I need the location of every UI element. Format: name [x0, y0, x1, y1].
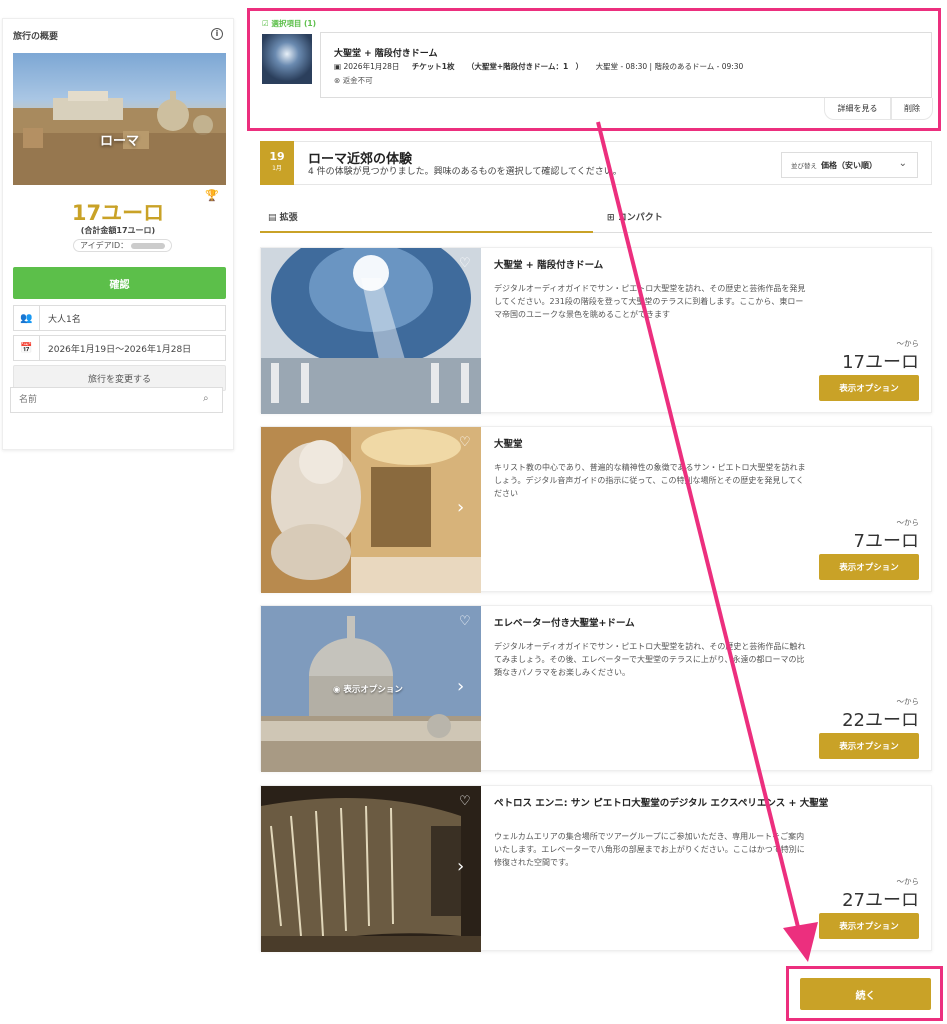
page-subtitle: 4 件の体験が見つかりました。興味のあるものを選択して確認してください。	[308, 167, 622, 177]
card-price: 27ユーロ	[842, 890, 919, 911]
tab-compact-label: コンパクト	[617, 213, 663, 223]
travelers-value: 大人1名	[48, 314, 81, 325]
card-description: デジタルオーディオガイドでサン・ピエトロ大聖堂を訪れ、その歴史と芸術作品に触れて…	[494, 642, 806, 677]
image-view-options[interactable]: ◉ 表示オプション	[333, 683, 403, 695]
card-title: エレベーター付き大聖堂+ドーム	[494, 618, 635, 629]
people-icon: 👥	[14, 306, 40, 330]
view-options-button[interactable]: 表示オプション	[819, 733, 919, 759]
sort-dropdown[interactable]: 並び替え 価格（安い順） ⌄	[781, 152, 918, 178]
search-icon[interactable]: ⌕	[203, 393, 209, 404]
card-description: デジタルオーディオガイドでサン・ピエトロ大聖堂を訪れ、その歴史と芸術作品を発見し…	[494, 284, 806, 319]
idea-id-label: アイデアID：	[80, 241, 129, 250]
basilica-interior-image: ♡ ›	[261, 427, 481, 593]
list-icon: ▤	[268, 213, 280, 223]
heart-icon[interactable]: ♡	[459, 256, 471, 271]
trip-summary-panel: 旅行の概要 i ローマ 🏆 17ユーロ (合計金額17ユーロ) アイデアID： …	[2, 18, 234, 450]
chevron-right-icon[interactable]: ›	[457, 497, 464, 518]
grid-icon: ⊞	[607, 213, 618, 223]
date-badge: 19 1月	[260, 141, 294, 185]
experience-card[interactable]: ♡ › ◉ 表示オプション エレベーター付き大聖堂+ドーム デジタルオーディオガ…	[260, 605, 932, 772]
date-month: 1月	[272, 165, 282, 172]
city-image: ローマ	[13, 53, 226, 185]
tab-expanded[interactable]: ▤ 拡張	[268, 210, 298, 223]
idea-id-redacted	[131, 242, 166, 249]
city-name: ローマ	[99, 133, 139, 149]
sort-value: 価格（安い順）	[821, 160, 877, 170]
active-tab-indicator	[260, 231, 593, 233]
name-search-input[interactable]	[10, 387, 223, 413]
dome-exterior-image: ♡ › ◉ 表示オプション	[261, 606, 481, 772]
heart-icon[interactable]: ♡	[459, 435, 471, 450]
card-title: 大聖堂 + 階段付きドーム	[494, 260, 604, 271]
dates-field[interactable]: 📅 2026年1月19日〜2026年1月28日	[13, 335, 226, 361]
chevron-right-icon[interactable]: ›	[457, 676, 464, 697]
view-options-button[interactable]: 表示オプション	[819, 375, 919, 401]
eye-icon: ◉	[333, 685, 344, 695]
chevron-right-icon[interactable]: ›	[457, 856, 464, 877]
summary-title: 旅行の概要	[13, 32, 59, 42]
summary-total: (合計金額17ユーロ)	[80, 226, 156, 235]
continue-highlight-box	[786, 966, 943, 1021]
experience-card[interactable]: ♡ › 大聖堂 キリスト教の中心であり、普遍的な精神性の象徴であるサン・ピエトロ…	[260, 426, 932, 593]
card-title: 大聖堂	[494, 439, 523, 450]
dates-value: 2026年1月19日〜2026年1月28日	[48, 344, 192, 355]
digital-experience-image: ♡ ›	[261, 786, 481, 952]
sort-label: 並び替え	[791, 162, 817, 170]
chevron-down-icon: ⌄	[898, 158, 907, 169]
idea-id-badge: アイデアID：	[73, 239, 173, 252]
tab-expanded-label: 拡張	[279, 213, 298, 223]
card-price: 22ユーロ	[842, 710, 919, 731]
summary-price: 17ユーロ	[71, 201, 165, 225]
experience-card[interactable]: ♡ › ペトロス エンニ: サン ピエトロ大聖堂のデジタル エクスペリエンス +…	[260, 785, 932, 952]
view-options-button[interactable]: 表示オプション	[819, 913, 919, 939]
card-price: 7ユーロ	[853, 531, 919, 552]
travelers-field[interactable]: 👥 大人1名	[13, 305, 226, 331]
card-title: ペトロス エンニ: サン ピエトロ大聖堂のデジタル エクスペリエンス + 大聖堂	[494, 798, 829, 809]
dome-interior-image: ♡	[261, 248, 481, 414]
heart-icon[interactable]: ♡	[459, 794, 471, 809]
card-description: ウェルカムエリアの集合場所でツアーグループにご参加いただき、専用ルートをご案内い…	[494, 832, 805, 867]
selected-highlight-box	[247, 8, 941, 131]
tab-compact[interactable]: ⊞ コンパクト	[607, 210, 663, 223]
heart-icon[interactable]: ♡	[459, 614, 471, 629]
confirm-button[interactable]: 確認	[13, 267, 226, 299]
image-overlay-label: 表示オプション	[343, 685, 403, 695]
view-options-button[interactable]: 表示オプション	[819, 554, 919, 580]
tab-divider	[593, 232, 932, 233]
card-description: キリスト教の中心であり、普遍的な精神性の象徴であるサン・ピエトロ大聖堂を訪れまし…	[494, 463, 806, 498]
experience-card[interactable]: ♡ 大聖堂 + 階段付きドーム デジタルオーディオガイドでサン・ピエトロ大聖堂を…	[260, 247, 932, 414]
card-price: 17ユーロ	[842, 352, 919, 373]
rome-skyline-image	[13, 91, 226, 185]
info-icon[interactable]: i	[211, 28, 223, 40]
date-day: 19	[269, 150, 285, 163]
calendar-icon: 📅	[14, 336, 40, 360]
